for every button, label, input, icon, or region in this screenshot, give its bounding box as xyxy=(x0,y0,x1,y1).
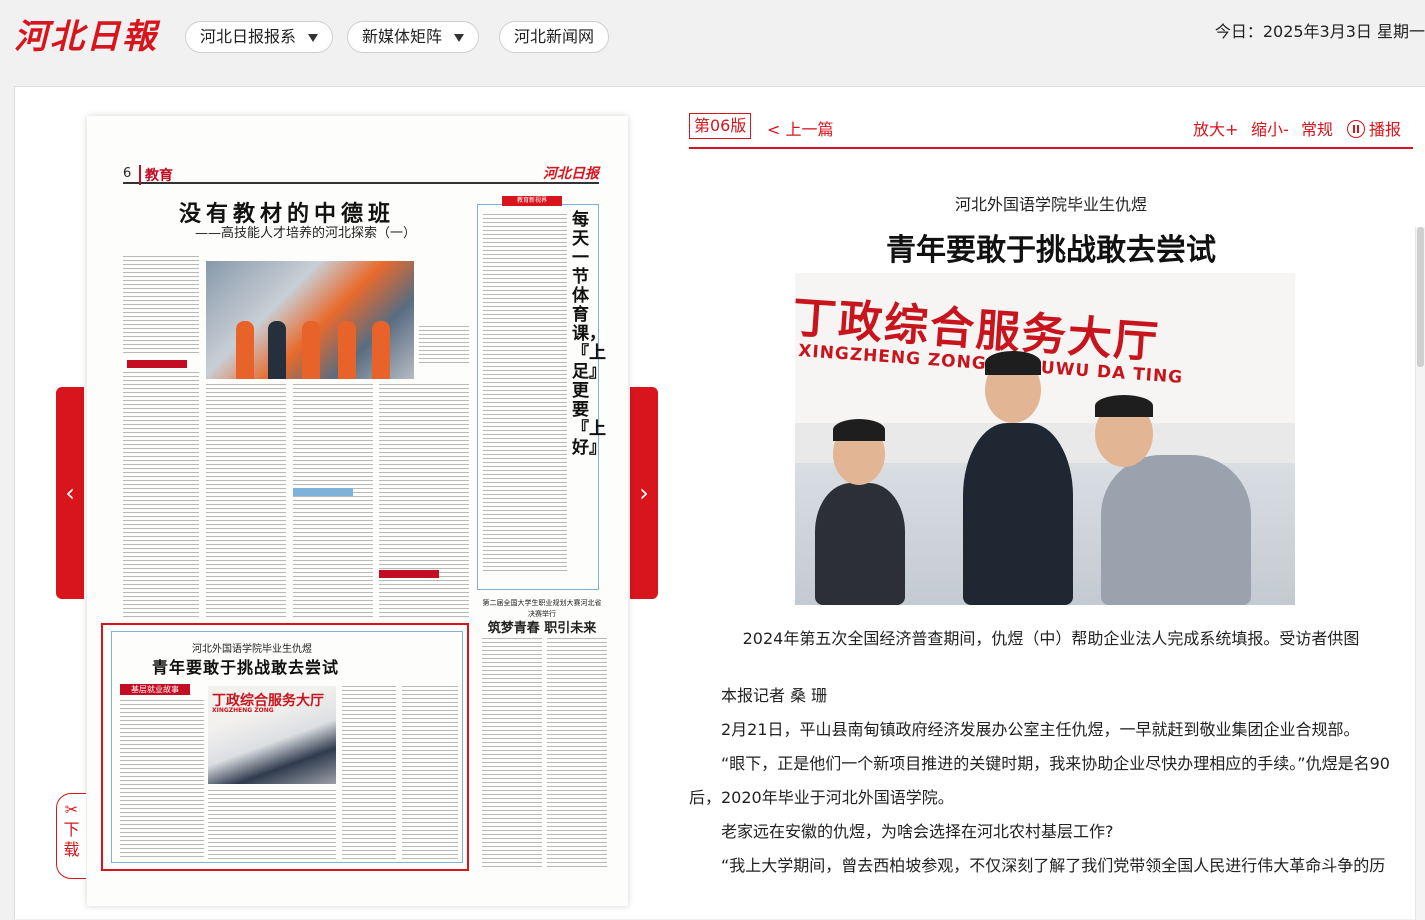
selected-article-tag: 基层就业故事 xyxy=(120,684,190,695)
newspaper-page[interactable]: 6 教育 河北日报 没有教材的中德班 ——高技能人才培养的河北探索（一） 教育新… xyxy=(87,116,628,906)
article-paragraph: “我上大学期间，曾去西柏坡参观，不仅深刻了解了我们党带领全国人民进行伟大革命斗争… xyxy=(721,856,1386,875)
prev-page-arrow[interactable]: ‹ xyxy=(56,387,84,599)
text-column xyxy=(547,638,607,870)
sidebar-label: 教育新视界 xyxy=(502,196,562,206)
nav-media-label: 新媒体矩阵 xyxy=(362,27,443,46)
photo-person-hair xyxy=(833,419,885,441)
subhead-bar xyxy=(379,570,439,578)
page-number: 6 xyxy=(123,166,132,181)
nav-news-label: 河北新闻网 xyxy=(514,27,595,46)
download-label: 下载 xyxy=(63,820,80,859)
text-column xyxy=(402,686,458,860)
story-subheadline: ——高技能人才培养的河北探索（一） xyxy=(195,226,417,241)
article-title: 青年要敢于挑战敢去尝试 xyxy=(886,233,1216,268)
next-page-arrow[interactable]: › xyxy=(630,387,658,599)
article-kicker: 河北外国语学院毕业生仇煜 xyxy=(954,195,1147,214)
top-bar: 河北日報 河北日报报系 新媒体矩阵 河北新闻网 今日：2025年3月3日 星期一 xyxy=(0,0,1425,86)
photo-figure xyxy=(338,321,356,379)
right-story-title: 筑梦青春 职引未来 xyxy=(487,621,597,636)
photo-person xyxy=(1101,455,1251,605)
text-column xyxy=(123,372,199,618)
zoom-out-button[interactable]: 缩小- xyxy=(1251,116,1289,140)
subhead-bar xyxy=(293,488,353,496)
nav-baoxi-label: 河北日报报系 xyxy=(200,27,297,46)
nav-news-link[interactable]: 河北新闻网 xyxy=(499,21,610,53)
text-column xyxy=(123,256,199,356)
main-panel: ‹ › 6 教育 河北日报 没有教材的中德班 ——高技能人才培养的河北探索（一）… xyxy=(14,86,1425,920)
scrollbar-thumb[interactable] xyxy=(1417,227,1424,367)
article-paragraph: “眼下，正是他们一个新项目推进的关键时期，我来协助企业尽快办理相应的手续。”仇煜… xyxy=(689,754,1390,807)
page-header: 6 教育 河北日报 xyxy=(123,164,599,185)
chevron-right-icon: › xyxy=(639,479,649,507)
right-story-headline[interactable]: 第二届全国大学生职业规划大赛河北省决赛举行 筑梦青春 职引未来 xyxy=(482,598,602,638)
photo-caption-text xyxy=(419,326,469,366)
edition-badge[interactable]: 第06版 xyxy=(689,113,752,139)
right-story-kicker: 第二届全国大学生职业规划大赛河北省决赛举行 xyxy=(482,599,602,618)
page-section: 教育 xyxy=(139,165,173,185)
selected-article-photo: 丁政综合服务大厅 XINGZHENG ZONG xyxy=(208,686,336,784)
date-text: 今日：2025年3月3日 星期一 xyxy=(1214,22,1425,41)
photo-person xyxy=(963,423,1073,605)
selected-article-title: 青年要敢于挑战敢去尝试 xyxy=(152,658,340,677)
text-column xyxy=(206,384,286,620)
chevron-down-icon xyxy=(454,33,465,42)
article-paragraph: 老家远在安徽的仇煜，为啥会选择在河北农村基层工作? xyxy=(721,822,1114,841)
zoom-in-button[interactable]: 放大+ xyxy=(1193,116,1238,140)
scissors-icon: ✂ xyxy=(64,800,79,819)
photo-caption: 2024年第五次全国经济普查期间，仇煜（中）帮助企业法人完成系统填报。受访者供图 xyxy=(742,629,1360,648)
text-column xyxy=(342,686,396,860)
vertical-headline[interactable]: 每天一节体育课，『上足』更要『上好』 xyxy=(572,211,606,458)
normal-size-button[interactable]: 常规 xyxy=(1301,116,1333,140)
page-header-logo: 河北日报 xyxy=(543,166,599,182)
chevron-down-icon xyxy=(308,33,319,42)
article-scrollbar[interactable] xyxy=(1415,227,1425,920)
download-button[interactable]: ✂ 下载 xyxy=(56,793,86,879)
broadcast-label: 播报 xyxy=(1369,120,1402,139)
text-column xyxy=(482,638,542,870)
selected-article-block: 河北外国语学院毕业生仇煜 青年要敢于挑战敢去尝试 基层就业故事 丁政综合服务大厅… xyxy=(111,631,463,863)
article-toolbar: 第06版 < 上一篇 放大+ 缩小- 常规 播报 xyxy=(689,113,1413,149)
text-column xyxy=(208,790,336,860)
subhead-bar xyxy=(127,360,187,368)
text-column xyxy=(293,384,373,620)
story-photo[interactable] xyxy=(206,261,414,379)
photo-figure xyxy=(372,321,390,379)
site-logo[interactable]: 河北日報 xyxy=(14,16,164,58)
photo-person-hair xyxy=(985,351,1041,375)
photo-person xyxy=(815,483,905,605)
text-column xyxy=(379,384,469,620)
broadcast-button[interactable]: 播报 xyxy=(1347,116,1401,140)
photo-sign-pinyin: XINGZHENG ZONG xyxy=(212,707,274,714)
sidebar-text xyxy=(483,214,567,574)
photo-figure xyxy=(302,321,320,379)
selected-article-highlight[interactable]: 河北外国语学院毕业生仇煜 青年要敢于挑战敢去尝试 基层就业故事 丁政综合服务大厅… xyxy=(101,623,469,871)
prev-article-link[interactable]: < 上一篇 xyxy=(767,116,834,140)
selected-article-kicker: 河北外国语学院毕业生仇煜 xyxy=(192,644,312,655)
article-photo[interactable]: 丁政综合服务大厅 XINGZHENG ZONG HE FUWU DA TING xyxy=(795,273,1295,605)
article-paragraph: 2月21日，平山县南甸镇政府经济发展办公室主任仇煜，一早就赶到敬业集团企业合规部… xyxy=(721,720,1360,739)
photo-figure xyxy=(236,321,254,379)
nav-media-dropdown[interactable]: 新媒体矩阵 xyxy=(347,21,480,53)
nav-baoxi-dropdown[interactable]: 河北日报报系 xyxy=(185,21,334,53)
article-byline: 本报记者 桑 珊 xyxy=(721,686,828,705)
photo-figure xyxy=(268,321,286,379)
text-column xyxy=(120,700,204,860)
audio-play-icon xyxy=(1347,120,1365,138)
chevron-left-icon: ‹ xyxy=(65,479,75,507)
article-body: 本报记者 桑 珊 2月21日，平山县南甸镇政府经济发展办公室主任仇煜，一早就赶到… xyxy=(689,679,1395,883)
photo-person-hair xyxy=(1095,395,1153,417)
